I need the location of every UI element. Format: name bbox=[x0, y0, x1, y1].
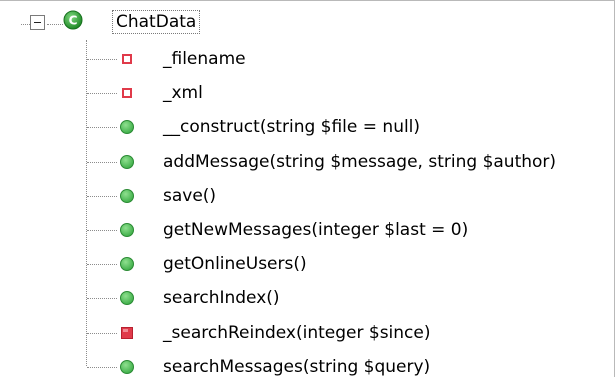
member-label: addMessage(string $message, string $auth… bbox=[163, 152, 557, 172]
private-property-icon bbox=[119, 51, 135, 67]
panel-top-border bbox=[0, 0, 615, 1]
svg-text:C: C bbox=[69, 14, 78, 28]
member-label: getNewMessages(integer $last = 0) bbox=[163, 220, 469, 240]
member-label: searchMessages(string $query) bbox=[163, 357, 431, 377]
tree-member-row[interactable]: __construct(string $file = null) bbox=[0, 111, 615, 143]
private-method-icon bbox=[119, 325, 135, 341]
public-method-icon bbox=[119, 119, 135, 135]
class-name-label[interactable]: ChatData bbox=[112, 10, 201, 34]
tree-member-row[interactable]: save() bbox=[0, 180, 615, 212]
tree-member-row[interactable]: _filename bbox=[0, 43, 615, 75]
member-label: _xml bbox=[163, 83, 203, 103]
tree-member-row[interactable]: searchMessages(string $query) bbox=[0, 351, 615, 383]
tree-member-row[interactable]: _xml bbox=[0, 77, 615, 109]
private-property-icon bbox=[119, 85, 135, 101]
member-label: save() bbox=[163, 186, 217, 206]
class-c-icon: C bbox=[63, 10, 83, 30]
public-method-icon bbox=[119, 222, 135, 238]
public-method-icon bbox=[119, 290, 135, 306]
member-label: _filename bbox=[163, 49, 246, 69]
tree-connector bbox=[47, 24, 63, 25]
public-method-icon bbox=[119, 154, 135, 170]
member-label: __construct(string $file = null) bbox=[163, 117, 421, 137]
public-method-icon bbox=[119, 188, 135, 204]
collapse-toggle[interactable] bbox=[30, 15, 45, 30]
tree-member-row[interactable]: _searchReindex(integer $since) bbox=[0, 317, 615, 349]
public-method-icon bbox=[119, 256, 135, 272]
tree-member-row[interactable]: addMessage(string $message, string $auth… bbox=[0, 146, 615, 178]
public-method-icon bbox=[119, 359, 135, 375]
member-label: getOnlineUsers() bbox=[163, 254, 307, 274]
member-label: _searchReindex(integer $since) bbox=[163, 323, 431, 343]
tree-member-row[interactable]: getNewMessages(integer $last = 0) bbox=[0, 214, 615, 246]
tree-member-row[interactable]: getOnlineUsers() bbox=[0, 248, 615, 280]
tree-member-row[interactable]: searchIndex() bbox=[0, 282, 615, 314]
member-label: searchIndex() bbox=[163, 288, 280, 308]
